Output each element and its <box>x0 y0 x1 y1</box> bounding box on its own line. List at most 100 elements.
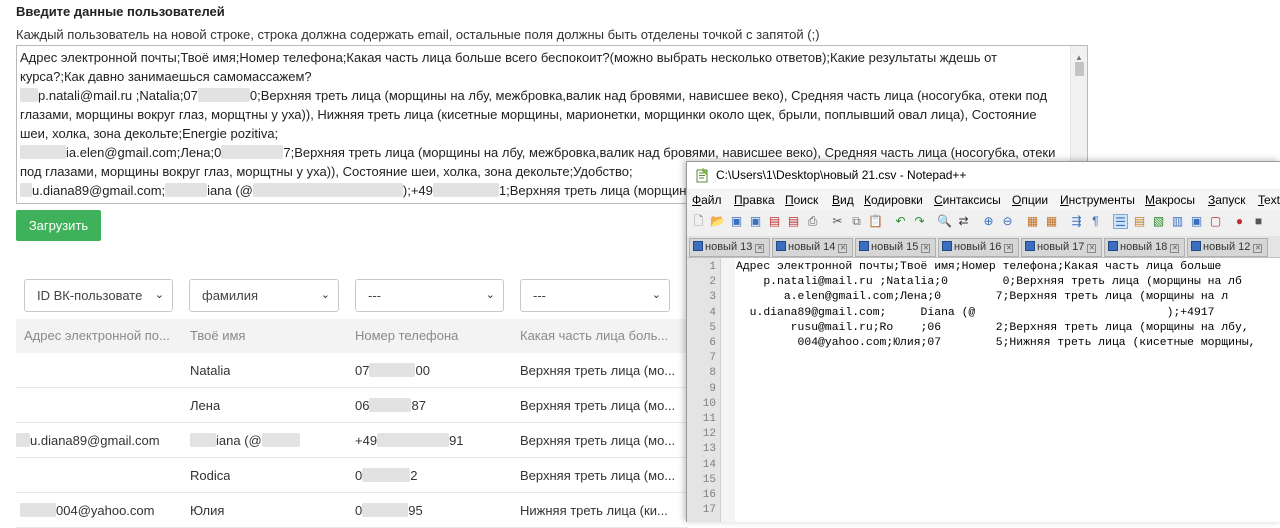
print-icon[interactable]: ⎙ <box>805 214 820 229</box>
cell-email: u.diana89@gmail.com <box>16 423 160 458</box>
paste-icon[interactable]: 📋 <box>868 214 883 229</box>
tab-new-13[interactable]: новый 13 ✕ <box>689 238 770 257</box>
menu-run[interactable]: Запуск <box>1208 193 1246 207</box>
close-icon[interactable]: ✕ <box>1004 244 1014 253</box>
line-number: 1 <box>709 261 716 273</box>
close-icon[interactable]: ✕ <box>1087 244 1097 253</box>
notepad-app-icon <box>696 168 708 183</box>
saved-disk-icon <box>693 241 703 251</box>
menu-edit[interactable]: Правка <box>734 193 775 207</box>
save-icon[interactable]: ▣ <box>729 214 744 229</box>
line-number: 14 <box>702 458 716 471</box>
function-list-icon[interactable]: ▥ <box>1170 214 1185 229</box>
cut-icon[interactable]: ✂ <box>830 214 845 229</box>
cell-face-area: Нижняя треть лица (ки... <box>520 503 668 518</box>
chevron-down-icon: ⌄ <box>485 289 495 301</box>
close-icon[interactable]: ✕ <box>921 244 931 253</box>
chevron-down-icon: ⌄ <box>651 289 661 301</box>
tab-new-17[interactable]: новый 17 ✕ <box>1021 238 1102 257</box>
tab-new-15[interactable]: новый 15 ✕ <box>855 238 936 257</box>
save-all-icon[interactable]: ▣ <box>748 214 763 229</box>
menu-search[interactable]: Поиск <box>785 193 818 207</box>
close-icon[interactable]: ✕ <box>1170 244 1180 253</box>
cell-face-area: Верхняя треть лица (мо... <box>520 398 676 413</box>
sync-horizontal-icon[interactable]: ▦ <box>1044 214 1059 229</box>
open-file-icon[interactable]: 📂 <box>710 214 725 229</box>
window-titlebar[interactable]: C:\Users\1\Desktop\новый 21.csv - Notepa… <box>687 162 1280 189</box>
menu-encoding[interactable]: Кодировки <box>864 193 923 207</box>
cell-name: Лена <box>190 398 221 413</box>
column-header: Адрес электронной по... <box>24 328 170 343</box>
close-all-icon[interactable]: ▤ <box>786 214 801 229</box>
zoom-out-icon[interactable]: ⊖ <box>1000 214 1015 229</box>
column-select-2[interactable]: фамилия ⌄ <box>189 279 339 312</box>
close-icon[interactable]: ✕ <box>1253 244 1263 253</box>
zoom-in-icon[interactable]: ⊕ <box>981 214 996 229</box>
new-file-icon[interactable]: 🗋 <box>691 214 706 229</box>
menu-tools[interactable]: Инструменты <box>1060 193 1135 207</box>
cell-phone: 06 87 <box>355 398 426 413</box>
upload-button[interactable]: Загрузить <box>16 210 101 241</box>
menu-file[interactable]: Файл <box>692 193 722 207</box>
code-line: a.elen@gmail.com;Лена;0 7;Верхняя треть … <box>736 291 1229 304</box>
table-row: 004@yahoo.com Юлия 0 95 Нижняя треть лица… <box>16 493 688 528</box>
table-header: Адрес электронной по... Твоё имя Номер т… <box>16 319 688 353</box>
tab-new-14[interactable]: новый 14 ✕ <box>772 238 853 257</box>
cell-face-area: Верхняя треть лица (мо... <box>520 468 676 483</box>
undo-icon[interactable]: ↶ <box>893 214 908 229</box>
close-icon[interactable]: ✕ <box>838 244 848 253</box>
tab-new-16[interactable]: новый 16 ✕ <box>938 238 1019 257</box>
code-line: rusu@mail.ru;Ro ;06 2;Верхняя треть лица… <box>736 321 1249 334</box>
indent-guide-icon[interactable]: ☰ <box>1113 214 1128 229</box>
menu-view[interactable]: Вид <box>832 193 854 207</box>
cell-phone: 07 00 <box>355 363 430 378</box>
word-wrap-icon[interactable]: ⇶ <box>1069 214 1084 229</box>
document-map-icon[interactable]: ▧ <box>1151 214 1166 229</box>
line-number: 17 <box>702 504 716 517</box>
textarea-line: Адрес электронной почты;Твоё имя;Номер т… <box>20 50 998 84</box>
notepad-window: C:\Users\1\Desktop\новый 21.csv - Notepa… <box>686 161 1280 522</box>
column-select-4[interactable]: --- ⌄ <box>520 279 670 312</box>
find-icon[interactable]: 🔍 <box>937 214 952 229</box>
code-editor[interactable]: 1 2 3 4 5 6 7 8 9 10 11 12 13 14 15 16 1… <box>687 258 1280 522</box>
folder-workspace-icon[interactable]: ▣ <box>1189 214 1204 229</box>
column-select-3[interactable]: --- ⌄ <box>355 279 504 312</box>
menu-syntax[interactable]: Синтаксисы <box>934 193 1001 207</box>
saved-disk-icon <box>1108 241 1118 251</box>
menu-macros[interactable]: Макросы <box>1145 193 1195 207</box>
close-file-icon[interactable]: ▤ <box>767 214 782 229</box>
column-select-1[interactable]: ID ВК-пользовате ⌄ <box>24 279 173 312</box>
menu-options[interactable]: Опции <box>1012 193 1048 207</box>
sync-vertical-icon[interactable]: ▦ <box>1025 214 1040 229</box>
fold-margin <box>721 258 735 522</box>
tab-new-18[interactable]: новый 18 ✕ <box>1104 238 1185 257</box>
udl-icon[interactable]: ▤ <box>1132 214 1147 229</box>
chevron-down-icon: ⌄ <box>154 289 164 301</box>
record-macro-icon[interactable]: ● <box>1232 214 1247 229</box>
cell-face-area: Верхняя треть лица (мо... <box>520 363 676 378</box>
close-icon[interactable]: ✕ <box>755 244 765 253</box>
table-row: Лена 06 87 Верхняя треть лица (мо... <box>16 388 688 423</box>
cell-phone: 0 95 <box>355 503 423 518</box>
monitoring-icon[interactable]: ▢ <box>1208 214 1223 229</box>
tab-new-12[interactable]: новый 12 ✕ <box>1187 238 1268 257</box>
textarea-line: p.natali@mail.ru ;Natalia;07 0;Верхняя тр… <box>20 88 1048 141</box>
copy-icon[interactable]: ⧉ <box>849 214 864 229</box>
line-number: 9 <box>709 382 716 395</box>
menu-textfx[interactable]: TextFX <box>1258 193 1280 207</box>
redo-icon[interactable]: ↷ <box>912 214 927 229</box>
cell-name: Rodica <box>190 468 231 483</box>
replace-icon[interactable]: ⇄ <box>956 214 971 229</box>
line-number: 8 <box>709 367 716 380</box>
stop-macro-icon[interactable]: ■ <box>1251 214 1266 229</box>
code-line: 004@yahoo.com;Юлия;07 5;Нижняя треть лиц… <box>736 337 1256 349</box>
line-number: 10 <box>702 397 716 410</box>
table-row: Rodica 02 Верхняя треть лица (мо... <box>16 458 688 493</box>
menubar: Файл Правка Поиск Вид Кодировки Синтакси… <box>687 190 1280 210</box>
select-value: --- <box>533 288 546 303</box>
show-all-chars-icon[interactable]: ¶ <box>1088 214 1103 229</box>
cell-name: Natalia <box>190 363 231 378</box>
select-value: ID ВК-пользовате <box>37 288 143 303</box>
scroll-thumb[interactable] <box>1075 62 1084 76</box>
line-number: 15 <box>702 473 716 486</box>
